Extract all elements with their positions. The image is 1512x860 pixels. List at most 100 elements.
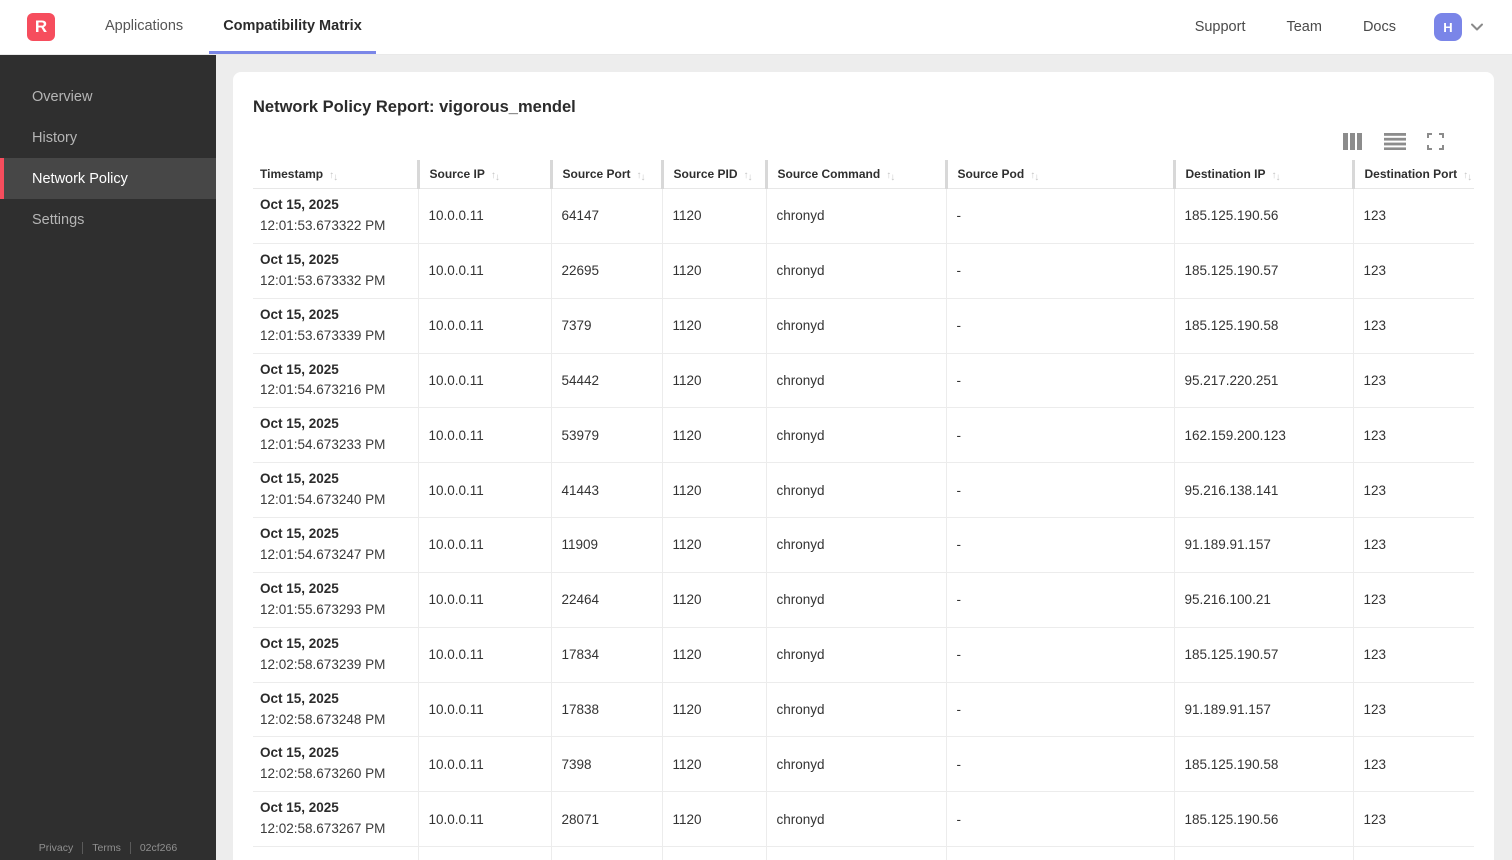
- cell-source-command: chronyd: [765, 298, 946, 354]
- cell-destination-port: 123: [1352, 791, 1474, 848]
- cell-source-command: [765, 846, 946, 860]
- column-header-src_ip[interactable]: Source IP ↑↓: [416, 160, 551, 189]
- cell-timestamp: Oct 15, 2025: [253, 846, 418, 860]
- privacy-link[interactable]: Privacy: [39, 842, 73, 854]
- cell-source-pod: -: [945, 517, 1174, 573]
- cell-source-port: 54442: [550, 353, 662, 409]
- column-header-src_pod[interactable]: Source Pod ↑↓: [944, 160, 1174, 189]
- sort-icon[interactable]: ↑↓: [637, 170, 646, 183]
- chevron-down-icon[interactable]: [1469, 19, 1485, 35]
- cell-source-pid: 1120: [661, 627, 766, 683]
- table-row: Oct 15, 2025 12:01:53.673322 PM 10.0.0.1…: [253, 188, 1474, 244]
- table-row: Oct 15, 2025 12:02:58.673267 PM 10.0.0.1…: [253, 791, 1474, 848]
- table-row: Oct 15, 2025 12:01:54.673233 PM 10.0.0.1…: [253, 407, 1474, 464]
- cell-source-pod: -: [945, 243, 1174, 299]
- tab-compatibility-matrix[interactable]: Compatibility Matrix: [209, 0, 376, 54]
- cell-source-command: chronyd: [765, 462, 946, 519]
- column-label: Source PID: [673, 167, 738, 181]
- cell-source-pod: -: [945, 462, 1174, 519]
- cell-source-ip: 10.0.0.11: [417, 243, 551, 299]
- cell-destination-port: 123: [1352, 517, 1474, 573]
- sidebar-item-settings[interactable]: Settings: [0, 199, 216, 240]
- app-logo[interactable]: R: [27, 13, 55, 41]
- nav-team[interactable]: Team: [1286, 19, 1321, 35]
- sort-icon[interactable]: ↑↓: [744, 170, 753, 183]
- cell-source-command: chronyd: [765, 736, 946, 793]
- cell-timestamp: Oct 15, 2025 12:01:53.673332 PM: [253, 243, 418, 299]
- tab-applications[interactable]: Applications: [91, 0, 197, 54]
- columns-view-icon[interactable]: [1343, 133, 1363, 150]
- column-label: Source Port: [562, 167, 631, 181]
- cell-source-ip: [417, 846, 551, 860]
- main-content: Network Policy Report: vigorous_mendel T…: [216, 55, 1512, 860]
- footer-divider: [82, 842, 84, 854]
- cell-timestamp: Oct 15, 2025 12:01:54.673247 PM: [253, 517, 418, 573]
- sort-icon[interactable]: ↑↓: [491, 170, 500, 183]
- fullscreen-icon[interactable]: [1427, 133, 1444, 150]
- sort-icon[interactable]: ↑↓: [1272, 170, 1281, 183]
- cell-timestamp: Oct 15, 2025 12:01:55.673293 PM: [253, 572, 418, 628]
- table-row: Oct 15, 2025 12:02:58.673260 PM 10.0.0.1…: [253, 736, 1474, 793]
- column-label: Timestamp: [260, 167, 324, 181]
- build-hash: 02cf266: [139, 842, 178, 854]
- column-header-dst_port[interactable]: Destination Port ↑↓: [1351, 160, 1474, 189]
- cell-source-port: 22695: [550, 243, 662, 299]
- cell-source-pid: 1120: [661, 407, 766, 464]
- nav-support[interactable]: Support: [1195, 19, 1246, 35]
- cell-timestamp: Oct 15, 2025 12:01:53.673322 PM: [253, 188, 418, 244]
- cell-source-pid: 1120: [661, 353, 766, 409]
- cell-destination-port: 123: [1352, 243, 1474, 299]
- table-header-row: Timestamp ↑↓ Source IP ↑↓ Source Port ↑↓ Sourc…: [253, 160, 1474, 189]
- column-header-src_cmd[interactable]: Source Command ↑↓: [764, 160, 946, 189]
- nav-docs[interactable]: Docs: [1363, 19, 1396, 35]
- column-label: Source IP: [429, 167, 485, 181]
- cell-destination-port: 123: [1352, 298, 1474, 354]
- cell-source-command: chronyd: [765, 407, 946, 464]
- cell-source-pod: -: [945, 682, 1174, 738]
- sort-icon[interactable]: ↑↓: [329, 170, 338, 183]
- cell-destination-ip: 185.125.190.58: [1173, 736, 1353, 793]
- cell-source-ip: 10.0.0.11: [417, 682, 551, 738]
- cell-timestamp: Oct 15, 2025 12:01:54.673216 PM: [253, 353, 418, 409]
- cell-destination-port: 123: [1352, 353, 1474, 409]
- sidebar-item-overview[interactable]: Overview: [0, 76, 216, 117]
- table-row: Oct 15, 2025 12:02:58.673239 PM 10.0.0.1…: [253, 627, 1474, 683]
- cell-destination-ip: 95.217.220.251: [1173, 353, 1353, 409]
- column-header-src_port[interactable]: Source Port ↑↓: [549, 160, 662, 189]
- sidebar-item-network-policy[interactable]: Network Policy: [0, 158, 216, 199]
- cell-source-ip: 10.0.0.11: [417, 572, 551, 628]
- column-header-src_pid[interactable]: Source PID ↑↓: [660, 160, 766, 189]
- cell-source-port: 7398: [550, 736, 662, 793]
- cell-destination-ip: 95.216.138.141: [1173, 462, 1353, 519]
- column-header-timestamp[interactable]: Timestamp ↑↓: [253, 160, 418, 189]
- cell-source-pod: [945, 846, 1174, 860]
- cell-source-ip: 10.0.0.11: [417, 462, 551, 519]
- cell-source-ip: 10.0.0.11: [417, 407, 551, 464]
- cell-source-ip: 10.0.0.11: [417, 736, 551, 793]
- cell-source-pid: 1120: [661, 188, 766, 244]
- cell-source-pod: -: [945, 791, 1174, 848]
- avatar[interactable]: H: [1434, 13, 1462, 41]
- cell-source-pod: -: [945, 188, 1174, 244]
- sort-icon[interactable]: ↑↓: [1030, 170, 1039, 183]
- sort-icon[interactable]: ↑↓: [1463, 170, 1472, 183]
- terms-link[interactable]: Terms: [92, 842, 121, 854]
- cell-destination-ip: 95.216.100.21: [1173, 572, 1353, 628]
- cell-source-pod: -: [945, 298, 1174, 354]
- cell-source-pod: -: [945, 572, 1174, 628]
- cell-source-port: 11909: [550, 517, 662, 573]
- sort-icon[interactable]: ↑↓: [886, 170, 895, 183]
- cell-source-command: chronyd: [765, 517, 946, 573]
- column-header-dst_ip[interactable]: Destination IP ↑↓: [1172, 160, 1353, 189]
- table-row: Oct 15, 2025 12:01:53.673339 PM 10.0.0.1…: [253, 298, 1474, 354]
- cell-source-port: 64147: [550, 188, 662, 244]
- sidebar-item-history[interactable]: History: [0, 117, 216, 158]
- rows-view-icon[interactable]: [1384, 133, 1406, 150]
- topbar: R Applications Compatibility Matrix Supp…: [0, 0, 1512, 55]
- cell-source-port: 28071: [550, 791, 662, 848]
- cell-source-pid: 1120: [661, 791, 766, 848]
- sidebar-footer: Privacy Terms 02cf266: [0, 842, 216, 854]
- topbar-right: Support Team Docs H: [1154, 0, 1512, 54]
- cell-destination-port: 123: [1352, 572, 1474, 628]
- table-row: Oct 15, 2025 12:01:55.673293 PM 10.0.0.1…: [253, 572, 1474, 628]
